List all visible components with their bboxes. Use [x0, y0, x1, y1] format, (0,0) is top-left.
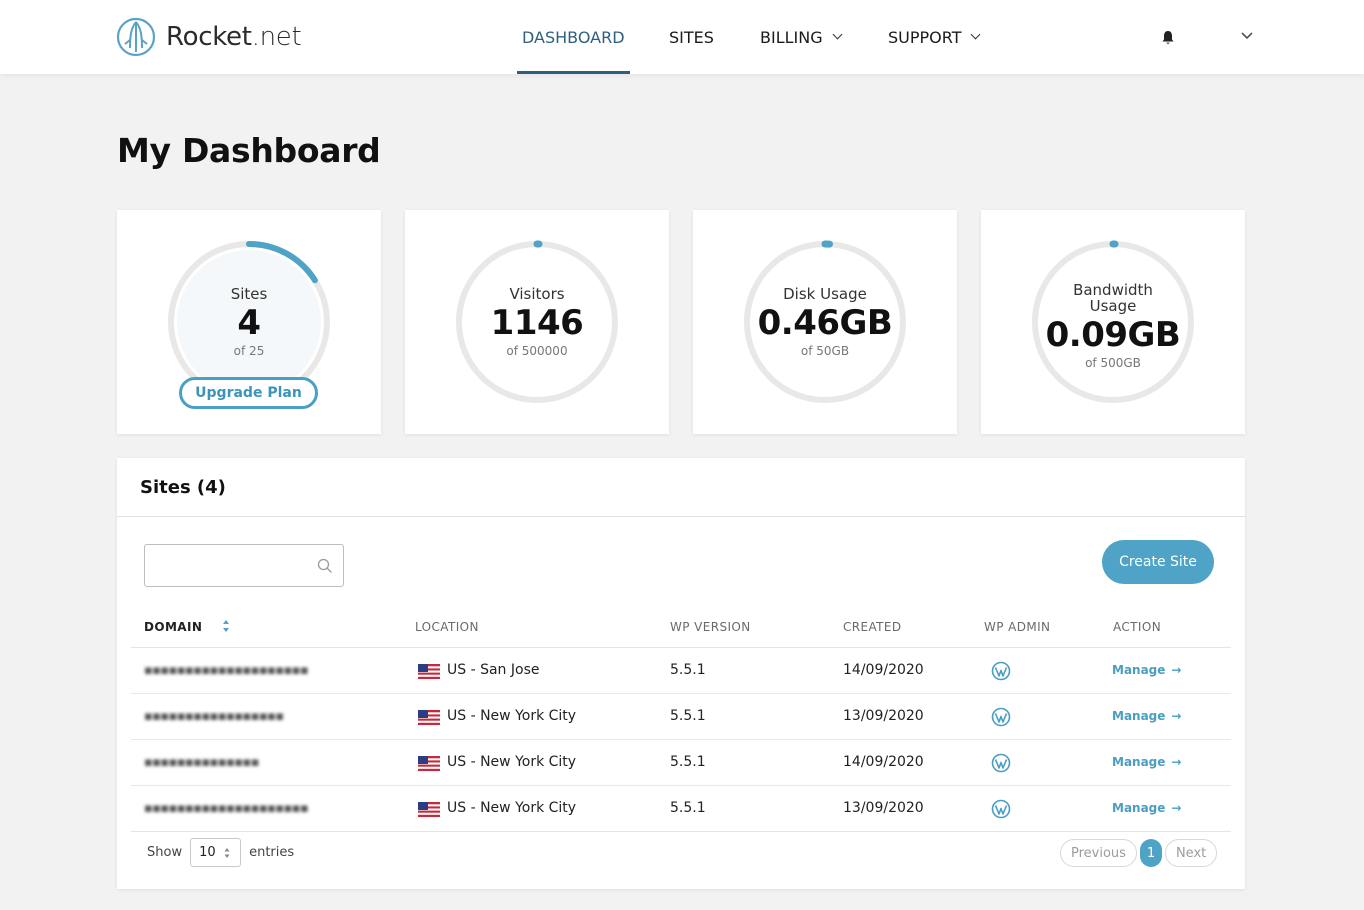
column-wp-admin-header: WP ADMIN [984, 620, 1051, 634]
site-created: 13/09/2020 [843, 800, 924, 816]
visitors-gauge: Visitors 1146 of 500000 [454, 239, 620, 405]
manage-site-link[interactable]: Manage → [1112, 709, 1181, 723]
next-page-button[interactable]: Next [1164, 839, 1218, 867]
page-title: My Dashboard [117, 131, 381, 170]
entries-per-page-select[interactable]: 10 [190, 838, 242, 867]
column-domain-header[interactable]: DOMAIN [144, 620, 229, 634]
table-row: ▪▪▪▪▪▪▪▪▪▪▪▪▪▪▪▪▪▪▪▪ US - New York City … [131, 786, 1231, 832]
site-created: 14/09/2020 [843, 754, 924, 770]
stat-value: 0.09GB [1045, 315, 1181, 355]
stat-value: 4 [237, 303, 261, 343]
pagination: Previous 1 Next [1060, 839, 1218, 867]
column-wp-version-header: WP VERSION [670, 620, 751, 634]
table-row: ▪▪▪▪▪▪▪▪▪▪▪▪▪▪ US - New York City 5.5.1 … [131, 740, 1231, 786]
stat-card-bandwidth-usage: Bandwidth Usage 0.09GB of 500GB [981, 210, 1245, 434]
sites-table: DOMAIN LOCATION WP VERSION CREATED WP AD… [131, 604, 1231, 832]
site-location: US - New York City [447, 708, 577, 724]
sites-panel-title: Sites (4) [140, 476, 226, 498]
stat-label: Visitors [509, 285, 565, 303]
bandwidth-usage-gauge: Bandwidth Usage 0.09GB of 500GB [1030, 239, 1196, 405]
arrow-right-icon: → [1171, 755, 1182, 769]
site-domain[interactable]: ▪▪▪▪▪▪▪▪▪▪▪▪▪▪▪▪▪ [144, 709, 284, 724]
stat-label: Sites [230, 285, 268, 303]
arrow-right-icon: → [1171, 709, 1182, 723]
stat-value: 1146 [490, 303, 584, 343]
stat-limit: of 50GB [800, 344, 850, 358]
account-menu-chevron-icon[interactable] [1241, 31, 1253, 40]
site-created: 14/09/2020 [843, 662, 924, 678]
entries-label: entries [249, 845, 295, 860]
site-location: US - New York City [447, 800, 577, 816]
upgrade-plan-button[interactable]: Upgrade Plan [179, 377, 318, 409]
manage-site-link[interactable]: Manage → [1112, 755, 1181, 769]
chevron-down-icon [971, 29, 981, 40]
rocket-logo-icon [116, 17, 156, 57]
us-flag-icon [418, 710, 440, 725]
show-label: Show [147, 845, 183, 860]
manage-site-link[interactable]: Manage → [1112, 663, 1181, 677]
nav-support[interactable]: SUPPORT [888, 0, 981, 74]
nav-sites[interactable]: SITES [669, 0, 714, 74]
nav-dashboard[interactable]: DASHBOARD [517, 0, 630, 74]
wordpress-icon[interactable] [991, 753, 1011, 773]
stat-value: 0.46GB [757, 303, 893, 343]
stat-limit: of 500000 [506, 344, 568, 358]
brand-logo[interactable]: Rocket.net [116, 16, 302, 58]
site-search-box[interactable] [144, 544, 344, 587]
site-wp-version: 5.5.1 [670, 800, 706, 816]
stat-limit: of 25 [233, 344, 265, 358]
chevron-down-icon [832, 29, 843, 40]
stat-limit: of 500GB [1085, 356, 1141, 370]
us-flag-icon [418, 756, 440, 771]
site-domain[interactable]: ▪▪▪▪▪▪▪▪▪▪▪▪▪▪▪▪▪▪▪▪ [144, 663, 309, 678]
create-site-button[interactable]: Create Site [1102, 540, 1214, 584]
wordpress-icon[interactable] [991, 661, 1011, 681]
us-flag-icon [418, 664, 440, 679]
site-created: 13/09/2020 [843, 708, 924, 724]
stat-card-visitors: Visitors 1146 of 500000 [405, 210, 669, 434]
sort-icon[interactable] [222, 619, 230, 633]
disk-usage-gauge: Disk Usage 0.46GB of 50GB [742, 239, 908, 405]
site-location: US - New York City [447, 754, 577, 770]
column-location-header: LOCATION [415, 620, 479, 634]
bell-icon[interactable] [1161, 30, 1175, 45]
wordpress-icon[interactable] [991, 707, 1011, 727]
previous-page-button[interactable]: Previous [1060, 839, 1137, 867]
site-search-input[interactable] [145, 545, 305, 586]
site-wp-version: 5.5.1 [670, 754, 706, 770]
site-location: US - San Jose [447, 662, 540, 678]
site-wp-version: 5.5.1 [670, 662, 706, 678]
nav-billing[interactable]: BILLING [760, 0, 843, 74]
arrow-right-icon: → [1171, 663, 1182, 677]
stat-card-sites: Sites 4 of 25 Upgrade Plan [117, 210, 381, 434]
search-icon [317, 558, 332, 573]
arrow-right-icon: → [1171, 801, 1182, 815]
site-wp-version: 5.5.1 [670, 708, 706, 724]
page-1-button[interactable]: 1 [1139, 839, 1162, 867]
stat-label: Bandwidth Usage [1073, 281, 1153, 315]
column-action-header: ACTION [1113, 620, 1162, 634]
manage-site-link[interactable]: Manage → [1112, 801, 1181, 815]
select-arrows-icon [224, 848, 230, 858]
table-row: ▪▪▪▪▪▪▪▪▪▪▪▪▪▪▪▪▪▪▪▪ US - San Jose 5.5.1… [131, 648, 1231, 694]
site-domain[interactable]: ▪▪▪▪▪▪▪▪▪▪▪▪▪▪▪▪▪▪▪▪ [144, 801, 309, 816]
brand-name: Rocket.net [166, 22, 302, 52]
table-row: ▪▪▪▪▪▪▪▪▪▪▪▪▪▪▪▪▪ US - New York City 5.5… [131, 694, 1231, 740]
table-length-control: Show 10 entries [147, 838, 294, 867]
sites-panel: Sites (4) Create Site DOMAIN LOCATION WP… [117, 458, 1245, 889]
top-navbar: Rocket.net DASHBOARD SITES BILLING SUPPO… [0, 0, 1364, 74]
stat-card-disk-usage: Disk Usage 0.46GB of 50GB [693, 210, 957, 434]
site-domain[interactable]: ▪▪▪▪▪▪▪▪▪▪▪▪▪▪ [144, 755, 260, 770]
column-created-header: CREATED [843, 620, 902, 634]
table-header: DOMAIN LOCATION WP VERSION CREATED WP AD… [131, 604, 1231, 648]
us-flag-icon [418, 802, 440, 817]
wordpress-icon[interactable] [991, 799, 1011, 819]
stat-label: Disk Usage [783, 285, 867, 303]
